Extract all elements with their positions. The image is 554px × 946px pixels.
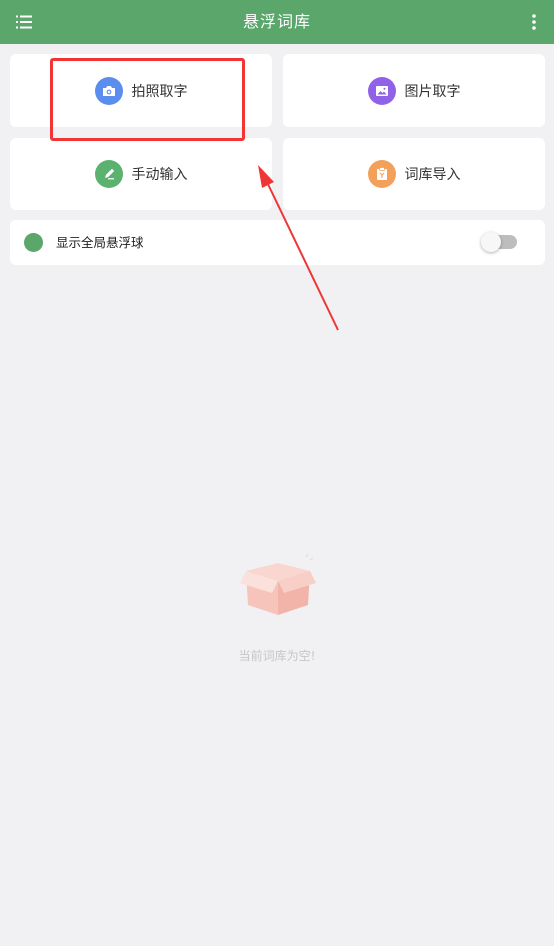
library-import-button[interactable]: 词库导入: [283, 138, 545, 210]
switch-knob: [481, 232, 501, 252]
more-vertical-icon: [532, 14, 536, 30]
pen-icon: [94, 160, 123, 188]
clipboard-icon: [367, 160, 396, 188]
floating-ball-row[interactable]: 显示全局悬浮球: [10, 220, 545, 265]
image-extract-button[interactable]: 图片取字: [283, 54, 545, 127]
library-import-label: 词库导入: [404, 167, 461, 183]
page-title: 悬浮词库: [242, 12, 311, 31]
manual-input-label: 手动输入: [131, 167, 188, 183]
app-bar: 悬浮词库: [0, 0, 554, 44]
image-icon: [367, 76, 396, 105]
empty-state-text: 当前词库为空!: [238, 649, 316, 663]
annotation-highlight-box: [50, 58, 245, 141]
empty-box-icon: [240, 553, 316, 615]
manual-input-button[interactable]: 手动输入: [10, 138, 272, 210]
floating-ball-label: 显示全局悬浮球: [56, 235, 144, 250]
status-dot: [24, 233, 43, 252]
more-options-button[interactable]: [526, 10, 542, 34]
image-extract-label: 图片取字: [404, 83, 461, 100]
floating-ball-switch[interactable]: [481, 232, 517, 252]
screen: 悬浮词库 拍照取字 图片取字 手动输入 词库导入 显示全局悬浮球 当前词库为空!: [0, 0, 554, 946]
